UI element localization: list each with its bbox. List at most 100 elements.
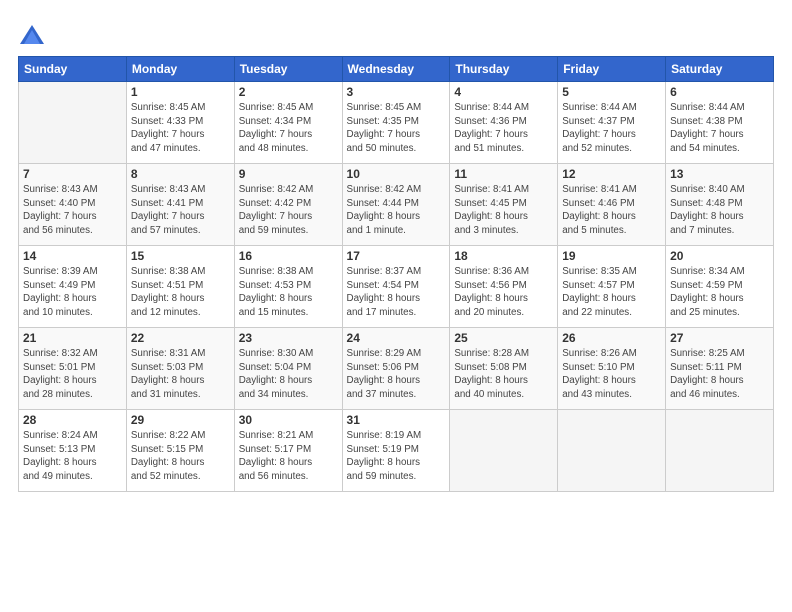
day-number: 3 xyxy=(347,85,446,99)
day-number: 25 xyxy=(454,331,553,345)
day-number: 18 xyxy=(454,249,553,263)
day-info: Sunrise: 8:31 AM Sunset: 5:03 PM Dayligh… xyxy=(131,347,230,402)
day-info: Sunrise: 8:39 AM Sunset: 4:49 PM Dayligh… xyxy=(23,265,122,320)
day-number: 24 xyxy=(347,331,446,345)
day-number: 30 xyxy=(239,413,338,427)
calendar-cell: 2Sunrise: 8:45 AM Sunset: 4:34 PM Daylig… xyxy=(234,82,342,164)
day-info: Sunrise: 8:43 AM Sunset: 4:40 PM Dayligh… xyxy=(23,183,122,238)
day-number: 1 xyxy=(131,85,230,99)
calendar-cell: 20Sunrise: 8:34 AM Sunset: 4:59 PM Dayli… xyxy=(666,246,774,328)
calendar-cell: 19 Sunrise: 8:35 AM Sunset: 4:57 PM Dayli… xyxy=(558,246,666,328)
day-number: 4 xyxy=(454,85,553,99)
day-number: 13 xyxy=(670,167,769,181)
calendar-week-row: 21Sunrise: 8:32 AM Sunset: 5:01 PM Dayli… xyxy=(19,328,774,410)
calendar-header-thursday: Thursday xyxy=(450,57,558,82)
calendar-cell: 4 Sunrise: 8:44 AM Sunset: 4:36 PM Daylig… xyxy=(450,82,558,164)
day-number: 23 xyxy=(239,331,338,345)
calendar-cell xyxy=(558,410,666,492)
calendar-header-wednesday: Wednesday xyxy=(342,57,450,82)
day-number: 14 xyxy=(23,249,122,263)
day-info: Sunrise: 8:41 AM Sunset: 4:45 PM Dayligh… xyxy=(454,183,553,238)
calendar-cell: 27Sunrise: 8:25 AM Sunset: 5:11 PM Dayli… xyxy=(666,328,774,410)
day-number: 20 xyxy=(670,249,769,263)
calendar-cell: 3 Sunrise: 8:45 AM Sunset: 4:35 PM Daylig… xyxy=(342,82,450,164)
calendar-cell: 8Sunrise: 8:43 AM Sunset: 4:41 PM Daylig… xyxy=(126,164,234,246)
calendar-cell: 18 Sunrise: 8:36 AM Sunset: 4:56 PM Dayli… xyxy=(450,246,558,328)
calendar-cell: 7 Sunrise: 8:43 AM Sunset: 4:40 PM Daylig… xyxy=(19,164,127,246)
header xyxy=(18,18,774,50)
calendar-header-saturday: Saturday xyxy=(666,57,774,82)
calendar-header-sunday: Sunday xyxy=(19,57,127,82)
day-number: 19 xyxy=(562,249,661,263)
day-number: 5 xyxy=(562,85,661,99)
day-info: Sunrise: 8:36 AM Sunset: 4:56 PM Dayligh… xyxy=(454,265,553,320)
day-number: 27 xyxy=(670,331,769,345)
calendar-cell: 29 Sunrise: 8:22 AM Sunset: 5:15 PM Dayli… xyxy=(126,410,234,492)
day-info: Sunrise: 8:21 AM Sunset: 5:17 PM Dayligh… xyxy=(239,429,338,484)
calendar-cell: 1 Sunrise: 8:45 AM Sunset: 4:33 PM Daylig… xyxy=(126,82,234,164)
day-info: Sunrise: 8:35 AM Sunset: 4:57 PM Dayligh… xyxy=(562,265,661,320)
calendar-cell: 21Sunrise: 8:32 AM Sunset: 5:01 PM Dayli… xyxy=(19,328,127,410)
day-info: Sunrise: 8:22 AM Sunset: 5:15 PM Dayligh… xyxy=(131,429,230,484)
day-number: 15 xyxy=(131,249,230,263)
day-number: 9 xyxy=(239,167,338,181)
day-info: Sunrise: 8:42 AM Sunset: 4:44 PM Dayligh… xyxy=(347,183,446,238)
day-info: Sunrise: 8:45 AM Sunset: 4:33 PM Dayligh… xyxy=(131,101,230,156)
calendar-cell: 23 Sunrise: 8:30 AM Sunset: 5:04 PM Dayli… xyxy=(234,328,342,410)
day-info: Sunrise: 8:26 AM Sunset: 5:10 PM Dayligh… xyxy=(562,347,661,402)
calendar-header-row: SundayMondayTuesdayWednesdayThursdayFrid… xyxy=(19,57,774,82)
calendar-header-monday: Monday xyxy=(126,57,234,82)
calendar-week-row: 1 Sunrise: 8:45 AM Sunset: 4:33 PM Daylig… xyxy=(19,82,774,164)
day-number: 12 xyxy=(562,167,661,181)
day-info: Sunrise: 8:19 AM Sunset: 5:19 PM Dayligh… xyxy=(347,429,446,484)
calendar-cell xyxy=(666,410,774,492)
day-number: 8 xyxy=(131,167,230,181)
calendar-cell xyxy=(19,82,127,164)
calendar-week-row: 14 Sunrise: 8:39 AM Sunset: 4:49 PM Dayli… xyxy=(19,246,774,328)
day-info: Sunrise: 8:38 AM Sunset: 4:51 PM Dayligh… xyxy=(131,265,230,320)
day-info: Sunrise: 8:32 AM Sunset: 5:01 PM Dayligh… xyxy=(23,347,122,402)
calendar-cell: 24 Sunrise: 8:29 AM Sunset: 5:06 PM Dayli… xyxy=(342,328,450,410)
calendar-cell: 25Sunrise: 8:28 AM Sunset: 5:08 PM Dayli… xyxy=(450,328,558,410)
day-info: Sunrise: 8:24 AM Sunset: 5:13 PM Dayligh… xyxy=(23,429,122,484)
calendar-cell: 6Sunrise: 8:44 AM Sunset: 4:38 PM Daylig… xyxy=(666,82,774,164)
calendar-cell: 10 Sunrise: 8:42 AM Sunset: 4:44 PM Dayli… xyxy=(342,164,450,246)
day-info: Sunrise: 8:37 AM Sunset: 4:54 PM Dayligh… xyxy=(347,265,446,320)
day-info: Sunrise: 8:29 AM Sunset: 5:06 PM Dayligh… xyxy=(347,347,446,402)
day-number: 17 xyxy=(347,249,446,263)
day-info: Sunrise: 8:45 AM Sunset: 4:34 PM Dayligh… xyxy=(239,101,338,156)
calendar-cell: 22 Sunrise: 8:31 AM Sunset: 5:03 PM Dayli… xyxy=(126,328,234,410)
calendar-page: SundayMondayTuesdayWednesdayThursdayFrid… xyxy=(0,0,792,612)
day-number: 31 xyxy=(347,413,446,427)
day-number: 7 xyxy=(23,167,122,181)
calendar-week-row: 7 Sunrise: 8:43 AM Sunset: 4:40 PM Daylig… xyxy=(19,164,774,246)
logo-icon xyxy=(18,22,46,50)
day-info: Sunrise: 8:44 AM Sunset: 4:36 PM Dayligh… xyxy=(454,101,553,156)
calendar-cell xyxy=(450,410,558,492)
day-number: 28 xyxy=(23,413,122,427)
calendar-week-row: 28 Sunrise: 8:24 AM Sunset: 5:13 PM Dayli… xyxy=(19,410,774,492)
calendar-cell: 9 Sunrise: 8:42 AM Sunset: 4:42 PM Daylig… xyxy=(234,164,342,246)
day-info: Sunrise: 8:45 AM Sunset: 4:35 PM Dayligh… xyxy=(347,101,446,156)
day-number: 29 xyxy=(131,413,230,427)
calendar-cell: 5Sunrise: 8:44 AM Sunset: 4:37 PM Daylig… xyxy=(558,82,666,164)
calendar-header-friday: Friday xyxy=(558,57,666,82)
calendar-cell: 26Sunrise: 8:26 AM Sunset: 5:10 PM Dayli… xyxy=(558,328,666,410)
calendar-cell: 11Sunrise: 8:41 AM Sunset: 4:45 PM Dayli… xyxy=(450,164,558,246)
day-number: 10 xyxy=(347,167,446,181)
calendar-cell: 30 Sunrise: 8:21 AM Sunset: 5:17 PM Dayli… xyxy=(234,410,342,492)
calendar-cell: 28 Sunrise: 8:24 AM Sunset: 5:13 PM Dayli… xyxy=(19,410,127,492)
calendar-cell: 31 Sunrise: 8:19 AM Sunset: 5:19 PM Dayli… xyxy=(342,410,450,492)
calendar-cell: 12Sunrise: 8:41 AM Sunset: 4:46 PM Dayli… xyxy=(558,164,666,246)
day-info: Sunrise: 8:38 AM Sunset: 4:53 PM Dayligh… xyxy=(239,265,338,320)
day-number: 22 xyxy=(131,331,230,345)
day-info: Sunrise: 8:42 AM Sunset: 4:42 PM Dayligh… xyxy=(239,183,338,238)
calendar-table: SundayMondayTuesdayWednesdayThursdayFrid… xyxy=(18,56,774,492)
calendar-header-tuesday: Tuesday xyxy=(234,57,342,82)
calendar-cell: 16Sunrise: 8:38 AM Sunset: 4:53 PM Dayli… xyxy=(234,246,342,328)
day-info: Sunrise: 8:40 AM Sunset: 4:48 PM Dayligh… xyxy=(670,183,769,238)
logo xyxy=(18,22,50,50)
calendar-cell: 13 Sunrise: 8:40 AM Sunset: 4:48 PM Dayli… xyxy=(666,164,774,246)
day-info: Sunrise: 8:44 AM Sunset: 4:38 PM Dayligh… xyxy=(670,101,769,156)
day-info: Sunrise: 8:30 AM Sunset: 5:04 PM Dayligh… xyxy=(239,347,338,402)
